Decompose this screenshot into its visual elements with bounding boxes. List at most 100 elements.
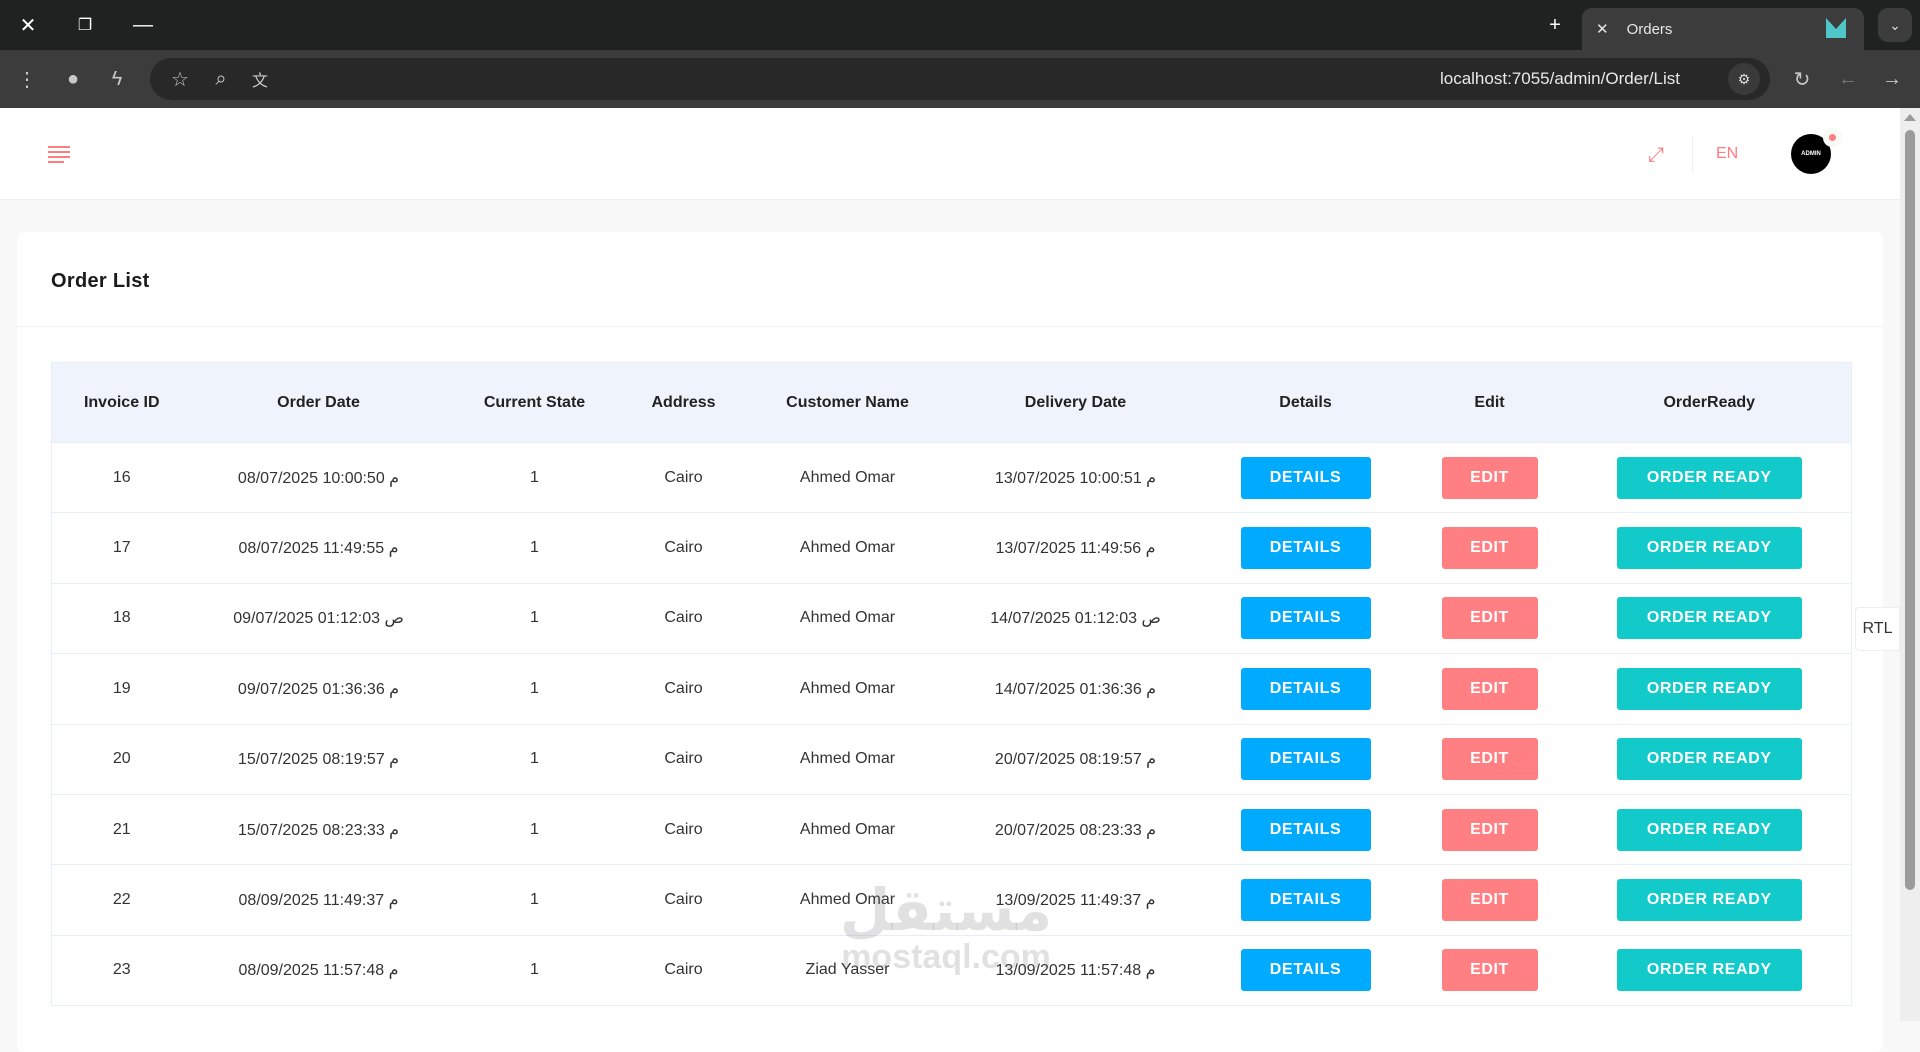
edit-button[interactable]: EDIT [1441,597,1538,640]
address-cell: Cairo [623,723,744,795]
order-ready-button[interactable]: ORDER READY [1616,879,1802,922]
delivery-date-cell: 14/07/2025 01:36:36 م [951,653,1200,725]
scrollbar[interactable] [1900,108,1920,1021]
edit-button-cell: EDIT [1411,934,1568,1006]
address-bar[interactable]: ☆ ⌕ 文 localhost:7055/admin/Order/List ⚙ [150,58,1770,100]
delivery-date-cell: 20/07/2025 08:23:33 م [951,793,1200,865]
order-date-cell: 09/07/2025 01:36:36 م [191,653,446,725]
menu-dots-icon[interactable]: ⋮ [12,64,42,94]
customer-name-cell: Ahmed Omar [743,441,952,513]
tab-title: Orders [1626,20,1673,38]
address-cell: Cairo [623,793,744,865]
edit-button[interactable]: EDIT [1441,527,1538,570]
order-ready-button[interactable]: ORDER READY [1616,597,1802,640]
url-text[interactable]: localhost:7055/admin/Order/List [1440,69,1680,89]
browser-tab[interactable]: ✕ Orders [1582,8,1864,50]
column-header: Order Date [191,362,446,443]
avatar[interactable]: ADMIN [1791,134,1831,174]
order-date-cell: 08/09/2025 11:57:48 م [191,934,446,1006]
translate-icon[interactable]: 文 [245,64,275,94]
order-date-cell: 15/07/2025 08:23:33 م [191,793,446,865]
order-ready-button[interactable]: ORDER READY [1616,667,1802,710]
fullscreen-icon[interactable]: ⤢ [1648,144,1664,167]
edit-button[interactable]: EDIT [1441,667,1538,710]
divider [17,326,1883,327]
site-settings-icon[interactable]: ⚙ [1728,63,1760,95]
tab-close-icon[interactable]: ✕ [1596,20,1609,38]
table-row: 23 08/09/2025 11:57:48 م 1 Cairo Ziad Yasser… [51,934,1852,1006]
order-ready-button[interactable]: ORDER READY [1616,527,1802,570]
order-ready-button-cell: ORDER READY [1567,512,1852,584]
details-button[interactable]: DETAILS [1240,597,1371,640]
tab-search-chevron-icon[interactable]: ⌄ [1878,8,1912,42]
customer-name-cell: Ahmed Omar [743,512,952,584]
edit-button[interactable]: EDIT [1441,949,1538,992]
order-date-cell: 09/07/2025 01:12:03 ص [191,582,446,654]
order-ready-button-cell: ORDER READY [1567,793,1852,865]
rtl-toggle-button[interactable]: RTL [1855,607,1900,651]
details-button[interactable]: DETAILS [1240,456,1371,499]
details-button-cell: DETAILS [1199,864,1412,936]
address-cell: Cairo [623,864,744,936]
reload-icon[interactable]: ↻ [1787,64,1817,94]
table-row: 22 08/09/2025 11:49:37 م 1 Cairo Ahmed Omar 1… [51,864,1852,936]
delivery-date-cell: 13/09/2025 11:57:48 م [951,934,1200,1006]
address-cell: Cairo [623,653,744,725]
zoom-icon[interactable]: ⌕ [206,64,236,94]
details-button[interactable]: DETAILS [1240,879,1371,922]
table-row: 17 08/07/2025 11:49:55 م 1 Cairo Ahmed Omar 1… [51,512,1852,584]
new-tab-icon[interactable]: + [1540,10,1570,40]
details-button-cell: DETAILS [1199,582,1412,654]
delivery-date-cell: 13/09/2025 11:49:37 م [951,864,1200,936]
order-ready-button[interactable]: ORDER READY [1616,949,1802,992]
order-ready-button[interactable]: ORDER READY [1616,738,1802,781]
edit-button[interactable]: EDIT [1441,808,1538,851]
order-ready-button-cell: ORDER READY [1567,441,1852,513]
table-row: 19 09/07/2025 01:36:36 م 1 Cairo Ahmed Omar 1… [51,653,1852,725]
order-date-cell: 08/09/2025 11:49:37 م [191,864,446,936]
invoice-id-cell: 20 [51,723,192,795]
back-icon[interactable]: ← [1833,64,1863,94]
order-ready-button-cell: ORDER READY [1567,864,1852,936]
minimize-window-icon[interactable]: — [128,10,158,40]
details-button[interactable]: DETAILS [1240,738,1371,781]
language-switch[interactable]: EN [1716,145,1738,163]
extension-icon[interactable]: ● [58,64,88,94]
details-button[interactable]: DETAILS [1240,667,1371,710]
table-header: Invoice ID Order Date Current State Address… [51,362,1852,443]
invoice-id-cell: 17 [51,512,192,584]
edit-button-cell: EDIT [1411,723,1568,795]
scrollbar-thumb[interactable] [1905,130,1915,890]
details-button-cell: DETAILS [1199,653,1412,725]
edit-button[interactable]: EDIT [1441,456,1538,499]
current-state-cell: 1 [445,864,624,936]
sidebar-toggle-icon[interactable] [48,146,70,163]
order-ready-button[interactable]: ORDER READY [1616,456,1802,499]
details-button[interactable]: DETAILS [1240,527,1371,570]
column-header: Address [623,362,744,443]
edit-button[interactable]: EDIT [1441,879,1538,922]
current-state-cell: 1 [445,934,624,1006]
top-header: ⤢ EN ADMIN [0,108,1900,200]
close-window-icon[interactable]: ✕ [13,10,43,40]
invoice-id-cell: 22 [51,864,192,936]
edit-button[interactable]: EDIT [1441,738,1538,781]
edit-button-cell: EDIT [1411,864,1568,936]
order-ready-button-cell: ORDER READY [1567,653,1852,725]
order-ready-button[interactable]: ORDER READY [1616,808,1802,851]
invoice-id-cell: 18 [51,582,192,654]
energy-saver-icon[interactable]: ϟ [102,64,132,94]
page-title: Order List [51,270,150,292]
scroll-up-icon[interactable] [1904,114,1916,121]
invoice-id-cell: 23 [51,934,192,1006]
bookmark-star-icon[interactable]: ☆ [165,64,195,94]
table-row: 20 15/07/2025 08:19:57 م 1 Cairo Ahmed Omar 2… [51,723,1852,795]
restore-window-icon[interactable]: ❐ [70,10,100,40]
order-date-cell: 08/07/2025 10:00:50 م [191,441,446,513]
details-button[interactable]: DETAILS [1240,949,1371,992]
current-state-cell: 1 [445,653,624,725]
forward-icon[interactable]: → [1877,64,1907,94]
order-ready-button-cell: ORDER READY [1567,582,1852,654]
column-header: OrderReady [1567,362,1852,443]
details-button[interactable]: DETAILS [1240,808,1371,851]
